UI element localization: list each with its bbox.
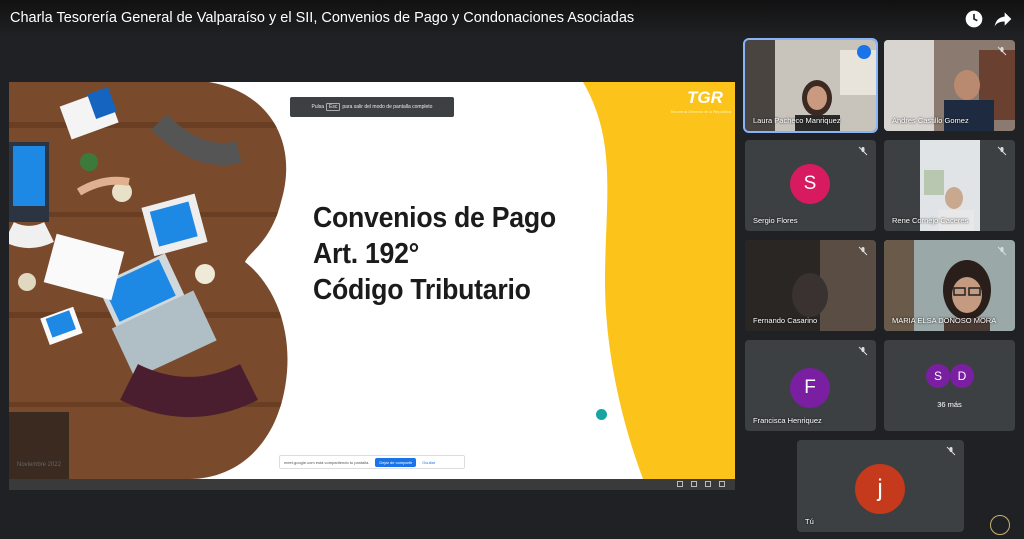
mic-off-icon bbox=[997, 146, 1007, 156]
captions-icon[interactable] bbox=[677, 481, 683, 487]
participant-name: Fernando Casarino bbox=[753, 316, 818, 325]
slide-yellow-shape bbox=[583, 82, 735, 479]
slide-title-line: Convenios de Pago bbox=[313, 202, 556, 234]
clock-icon[interactable] bbox=[964, 9, 984, 29]
self-tile[interactable]: j Tú bbox=[797, 440, 964, 532]
participant-tile[interactable]: F Francisca Henriquez bbox=[745, 340, 876, 431]
participant-name: MARIA ELSA DONOSO MORA bbox=[892, 316, 997, 325]
share-message: meet.google.com está compartiendo tu pan… bbox=[284, 459, 370, 465]
more-participants-count: 36 más bbox=[937, 400, 962, 409]
avatar: F bbox=[790, 368, 830, 408]
avatar: j bbox=[855, 464, 905, 514]
shared-screen[interactable]: TGR Tesorería General de la República Pu… bbox=[9, 82, 735, 490]
video-title[interactable]: Charla Tesorería General de Valparaíso y… bbox=[10, 10, 634, 26]
participant-tile[interactable]: Andres Castillo Gomez bbox=[884, 40, 1015, 131]
more-participants-tile[interactable]: S D 36 más bbox=[884, 340, 1015, 431]
fullscreen-icon[interactable] bbox=[719, 481, 725, 487]
speaking-indicator-icon bbox=[857, 45, 871, 59]
slide-title-line: Art. 192° bbox=[313, 238, 420, 270]
tgr-logo: TGR bbox=[687, 88, 723, 107]
participant-tile[interactable]: MARIA ELSA DONOSO MORA bbox=[884, 240, 1015, 331]
screen-share-bar: meet.google.com está compartiendo tu pan… bbox=[279, 455, 465, 469]
fullscreen-hint: Pulsa Esc para salir del modo de pantall… bbox=[290, 97, 454, 117]
mic-off-icon bbox=[946, 446, 956, 456]
participant-name: Tú bbox=[805, 517, 814, 526]
participant-name: Francisca Henriquez bbox=[753, 416, 822, 425]
participant-tile[interactable]: Fernando Casarino bbox=[745, 240, 876, 331]
slide-title-line: Código Tributario bbox=[313, 274, 531, 306]
participant-tile[interactable]: Rene Cornejo Caceres bbox=[884, 140, 1015, 231]
hide-share-bar-button[interactable]: Ocultar bbox=[422, 460, 435, 465]
settings-icon[interactable] bbox=[691, 481, 697, 487]
avatar: S bbox=[926, 364, 950, 388]
avatar: D bbox=[950, 364, 974, 388]
slide-footer: Noviembre 2022 bbox=[17, 462, 62, 468]
mic-off-icon bbox=[858, 246, 868, 256]
slide-photo bbox=[9, 82, 288, 479]
esc-key: Esc bbox=[326, 103, 341, 111]
slide-title: Convenios de Pago Art. 192° Código Tribu… bbox=[313, 200, 571, 308]
mic-off-icon bbox=[997, 246, 1007, 256]
channel-logo-icon bbox=[990, 515, 1010, 535]
participant-name: Rene Cornejo Caceres bbox=[892, 216, 969, 225]
participant-name: Sergio Flores bbox=[753, 216, 798, 225]
share-icon[interactable] bbox=[993, 9, 1013, 29]
pip-icon[interactable] bbox=[705, 481, 711, 487]
avatar: S bbox=[790, 164, 830, 204]
presentation-controls bbox=[9, 479, 735, 490]
participant-tile[interactable]: Laura Pacheco Manriquez bbox=[743, 38, 878, 133]
slide-pointer-dot bbox=[596, 409, 607, 420]
participant-tile[interactable]: S Sergio Flores bbox=[745, 140, 876, 231]
video-top-bar: Charla Tesorería General de Valparaíso y… bbox=[0, 0, 1024, 36]
participant-name: Andres Castillo Gomez bbox=[892, 116, 969, 125]
mic-off-icon bbox=[997, 46, 1007, 56]
mic-off-icon bbox=[858, 346, 868, 356]
tgr-logo-subtitle: Tesorería General de la República bbox=[670, 109, 731, 114]
stop-share-button[interactable]: Dejar de compartir bbox=[375, 457, 417, 467]
participant-name: Laura Pacheco Manriquez bbox=[753, 116, 841, 125]
mic-off-icon bbox=[858, 146, 868, 156]
